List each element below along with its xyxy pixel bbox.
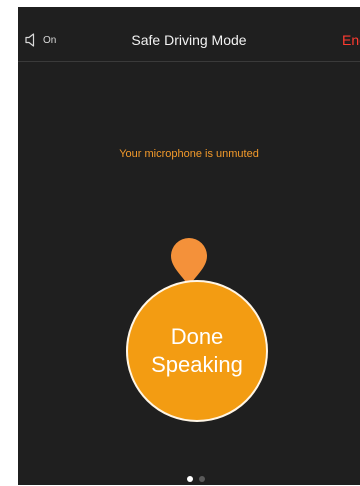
done-speaking-label: Done Speaking	[151, 324, 243, 377]
header-bar: On Safe Driving Mode End	[18, 7, 360, 62]
safe-driving-screen: On Safe Driving Mode End Your microphone…	[18, 7, 360, 485]
page-title: Safe Driving Mode	[131, 32, 247, 48]
page-indicator	[187, 476, 205, 482]
microphone-status: Your microphone is unmuted	[119, 148, 259, 160]
page-dot-active[interactable]	[187, 476, 193, 482]
end-button[interactable]: End	[342, 32, 360, 48]
done-speaking-button[interactable]: Done Speaking	[126, 280, 268, 422]
page-dot[interactable]	[199, 476, 205, 482]
